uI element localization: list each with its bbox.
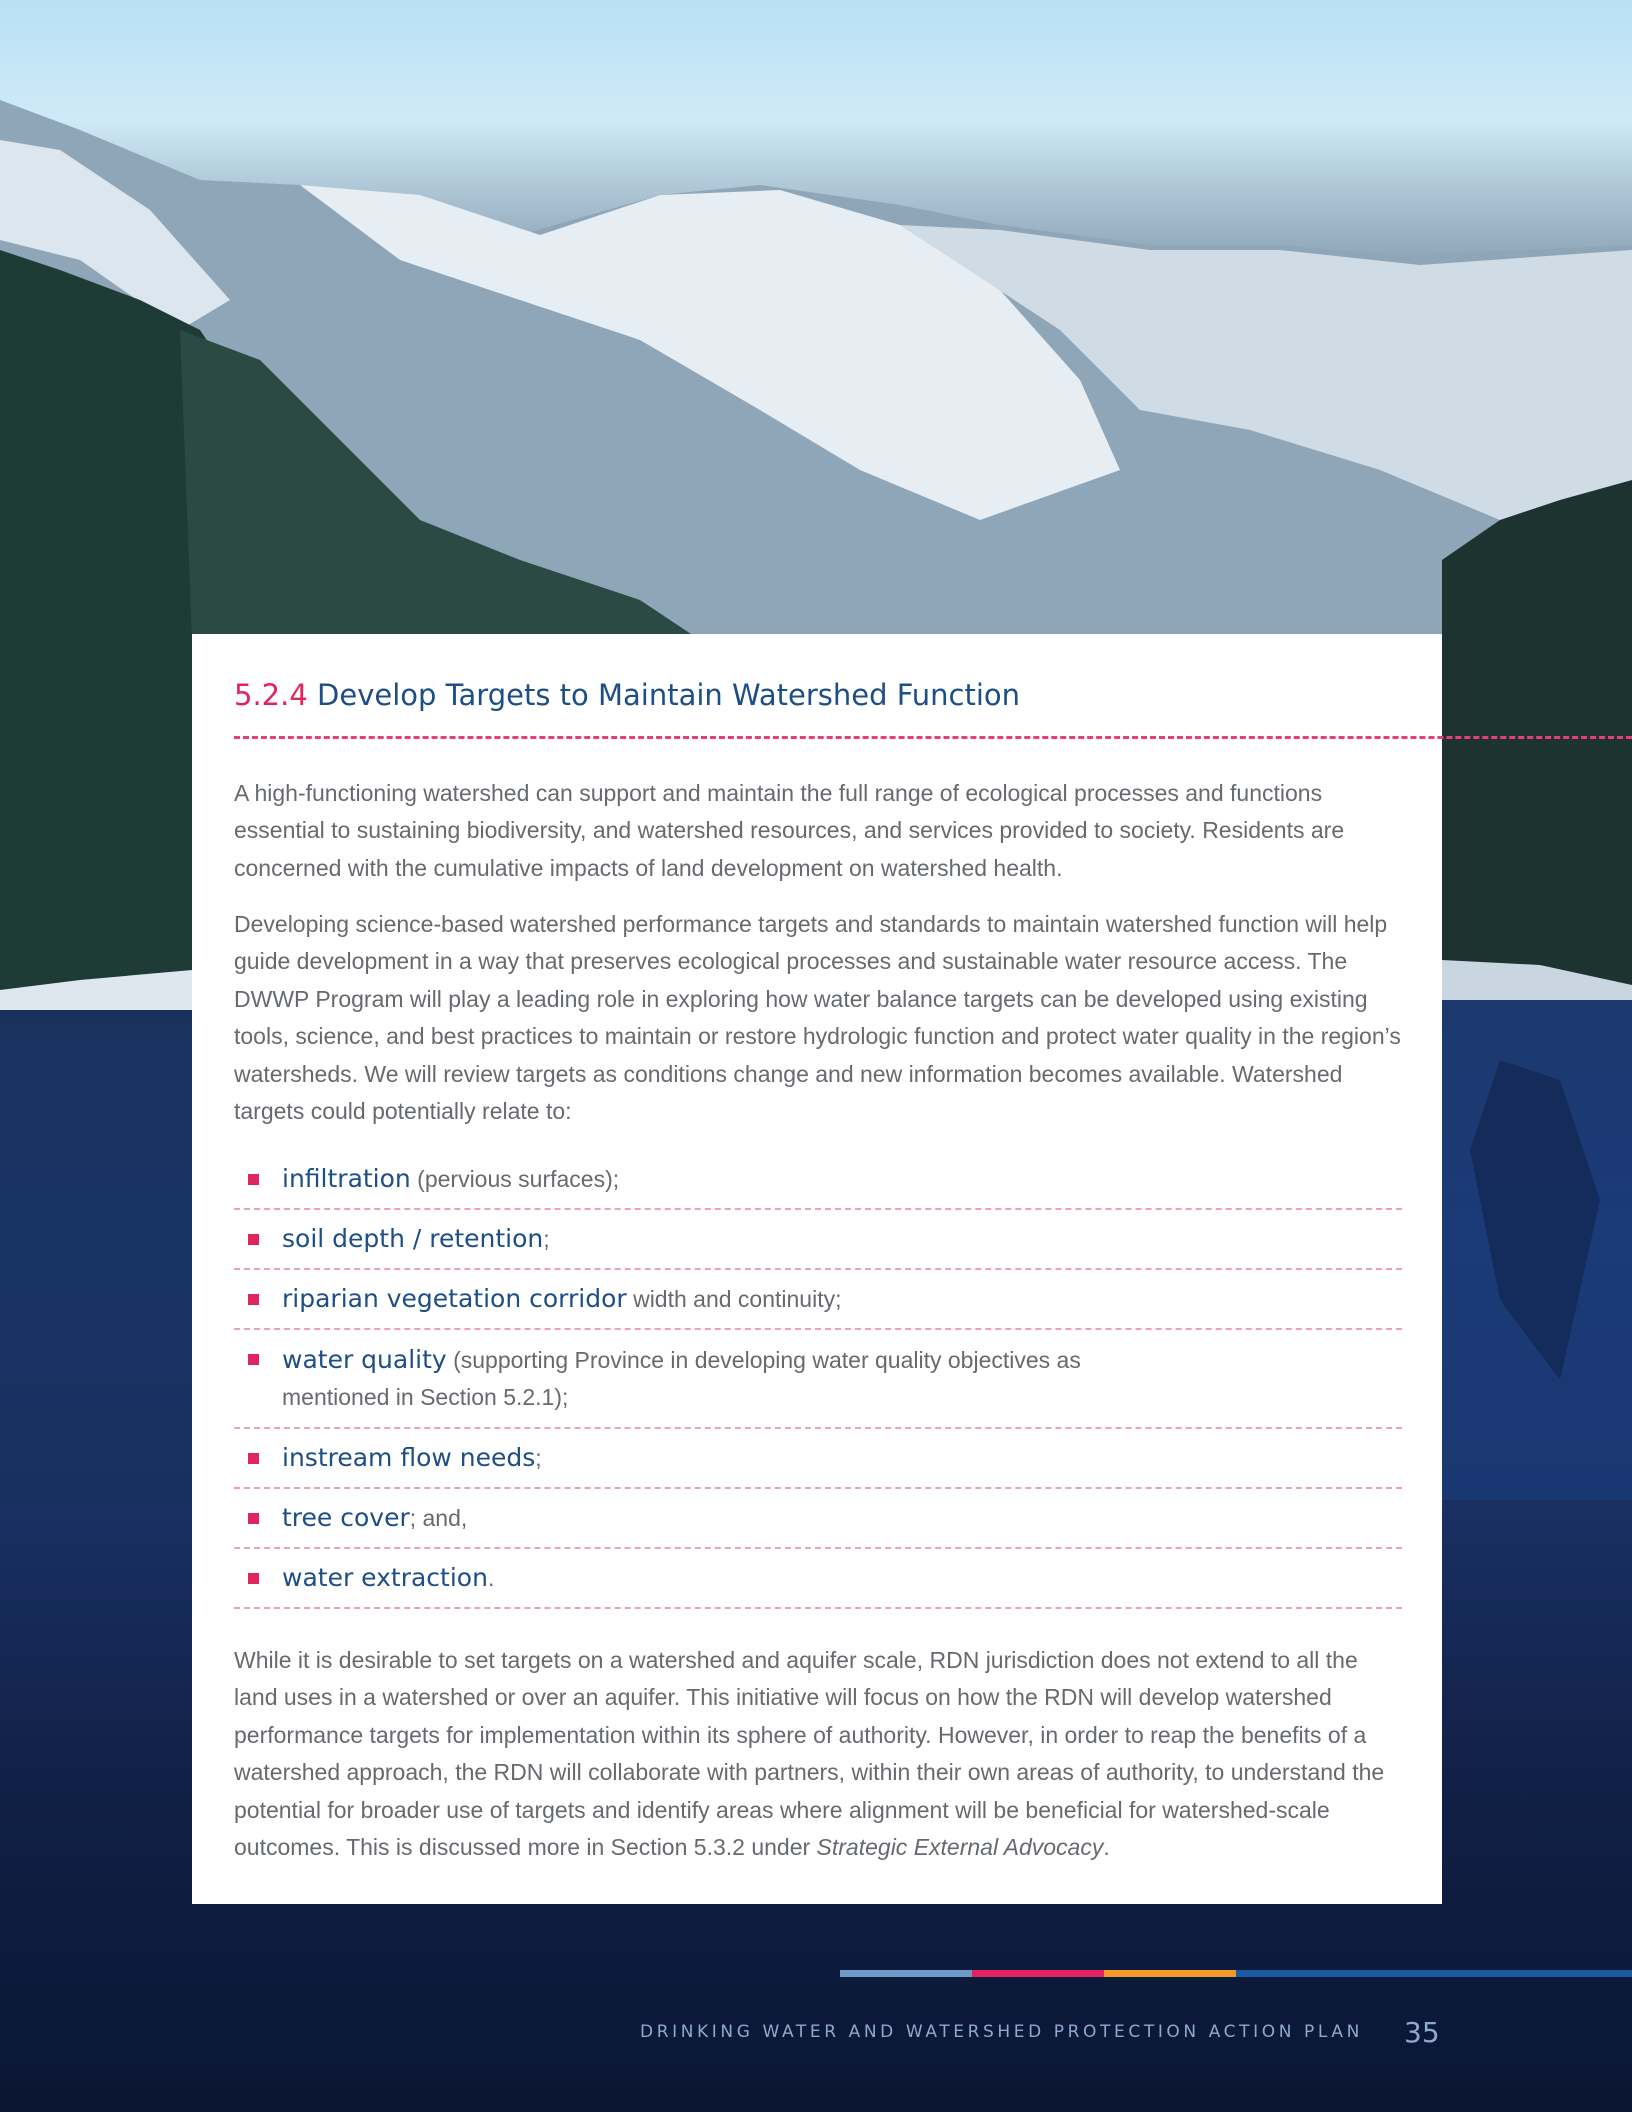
- jurisdiction-text: While it is desirable to set targets on …: [234, 1647, 1385, 1861]
- advocacy-reference: Strategic External Advocacy: [816, 1834, 1104, 1861]
- list-item: riparian vegetation corridor width and c…: [234, 1270, 1402, 1330]
- bullet-square-icon: [248, 1354, 259, 1365]
- target-term: water extraction: [282, 1563, 488, 1592]
- intro-paragraph: A high-functioning watershed can support…: [234, 780, 1345, 881]
- bullet-square-icon: [248, 1234, 259, 1245]
- page-number: 35: [1404, 2016, 1440, 2049]
- section-heading: 5.2.4 Develop Targets to Maintain Waters…: [234, 672, 1394, 718]
- target-detail: ; and,: [409, 1505, 468, 1531]
- jurisdiction-end: .: [1103, 1834, 1110, 1861]
- target-detail: ;: [535, 1445, 542, 1471]
- jurisdiction-paragraph: While it is desirable to set targets on …: [234, 1642, 1404, 1866]
- targets-paragraph: Developing science-based watershed perfo…: [234, 911, 1401, 1125]
- target-detail: ;: [543, 1226, 550, 1252]
- footer-document-title: DRINKING WATER AND WATERSHED PROTECTION …: [640, 2022, 1363, 2042]
- list-item: soil depth / retention;: [234, 1210, 1402, 1270]
- target-term: instream flow needs: [282, 1443, 536, 1472]
- section-number: 5.2.4: [234, 678, 308, 712]
- footer-bar-orange: [1104, 1970, 1236, 1977]
- target-term: tree cover: [282, 1503, 410, 1532]
- target-detail: (pervious surfaces);: [410, 1166, 620, 1192]
- footer-bar-pink: [972, 1970, 1104, 1977]
- list-item: water extraction.: [234, 1549, 1402, 1609]
- target-detail: (supporting Province in developing water…: [446, 1347, 1081, 1373]
- target-term: infiltration: [282, 1164, 411, 1193]
- target-detail: width and continuity;: [626, 1286, 842, 1312]
- target-detail: .: [487, 1565, 495, 1591]
- target-term: soil depth / retention: [282, 1224, 544, 1253]
- targets-list: infiltration (pervious surfaces); soil d…: [234, 1150, 1402, 1609]
- bullet-square-icon: [248, 1294, 259, 1305]
- footer-bar-dark-blue: [1236, 1970, 1632, 1977]
- list-item: infiltration (pervious surfaces);: [234, 1150, 1402, 1210]
- heading-divider: [234, 736, 1632, 739]
- bullet-square-icon: [248, 1513, 259, 1524]
- list-item: water quality (supporting Province in de…: [234, 1330, 1402, 1429]
- target-term: water quality: [282, 1345, 447, 1374]
- list-item: instream flow needs;: [234, 1429, 1402, 1489]
- target-term: riparian vegetation corridor: [282, 1284, 627, 1313]
- bullet-square-icon: [248, 1174, 259, 1185]
- target-detail-continued: mentioned in Section 5.2.1);: [282, 1384, 569, 1410]
- list-item: tree cover; and,: [234, 1489, 1402, 1549]
- footer-bar-light-blue: [840, 1970, 972, 1977]
- bullet-square-icon: [248, 1573, 259, 1584]
- bullet-square-icon: [248, 1453, 259, 1464]
- section-title: Develop Targets to Maintain Watershed Fu…: [317, 678, 1021, 712]
